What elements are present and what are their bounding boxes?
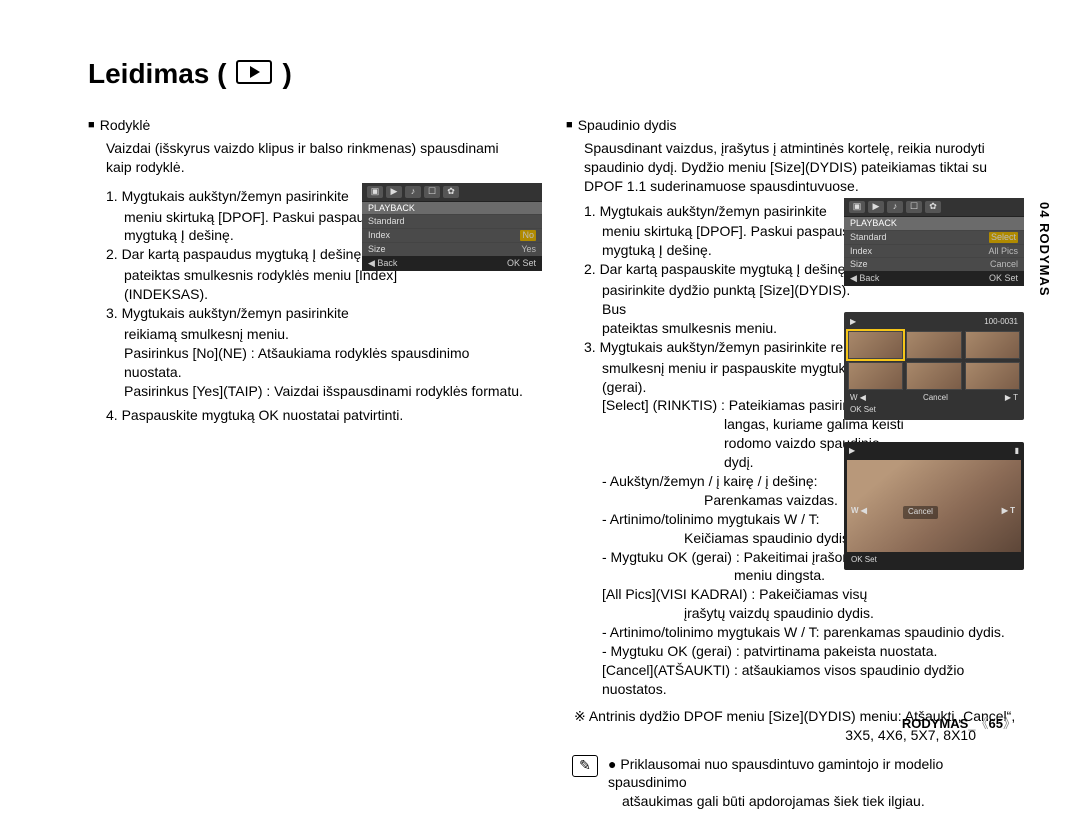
- thumbnail-grid-screenshot: ▶ 100-0031 W ◀ Cancel ▶ T OK Set: [844, 312, 1024, 420]
- r-step2c: pateiktas smulkesnis meniu.: [602, 319, 874, 338]
- lcd1-r3a: Size: [368, 244, 386, 255]
- big-cancel: Cancel: [903, 506, 938, 519]
- big-battery-icon: ▮: [1015, 446, 1019, 457]
- lcd2-r1a: Standard: [850, 232, 887, 243]
- l-step3d: Pasirinkus [Yes](TAIP) : Vaizdai išspaus…: [124, 382, 528, 401]
- lcd2-r3a: Size: [850, 259, 868, 270]
- side-tab: 04 RODYMAS: [1037, 202, 1052, 297]
- r-dash4: - Artinimo/tolinimo mygtukais W / T: par…: [602, 623, 1016, 642]
- footer-page-number: 65: [989, 716, 1003, 731]
- lcd1-r2a: Index: [368, 230, 390, 241]
- lcd-tab-icon: ✿: [443, 186, 459, 198]
- lcd1-set: OK Set: [507, 258, 536, 269]
- single-image-screenshot: ▶ ▮ W ◀ Cancel ▶ T OK Set: [844, 442, 1024, 570]
- l-step3c: Pasirinkus [No](NE) : Atšaukiama rodyklė…: [124, 344, 528, 382]
- thumb-item: [965, 331, 1020, 359]
- lcd-tab-icon: ▣: [849, 201, 865, 213]
- note-line2: atšaukimas gali būti apdorojamas šiek ti…: [622, 792, 1016, 811]
- big-t: ▶ T: [1002, 506, 1015, 517]
- page-title: Leidimas ( ): [88, 58, 1016, 90]
- thumbs-counter: 100-0031: [984, 317, 1018, 328]
- right-heading: Spaudinio dydis: [566, 116, 1016, 135]
- footer-sep: _《: [968, 716, 988, 731]
- lcd-tab-icon: ▶: [386, 186, 402, 198]
- title-close-paren: ): [282, 58, 291, 90]
- note1-text: Priklausomai nuo spausdintuvo gamintojo …: [608, 756, 943, 791]
- note-block: ✎ ● Priklausomai nuo spausdintuvo gamint…: [572, 755, 1016, 812]
- r-step1a: 1. Mygtukais aukštyn/žemyn pasirinkite: [584, 202, 874, 221]
- lcd2-topbar: ▣ ▶ ♪ ☐ ✿: [844, 198, 1024, 217]
- thumbs-w: W ◀: [850, 393, 866, 404]
- r-step2b: pasirinkite dydžio punktą [Size](DYDIS).…: [602, 281, 874, 319]
- left-intro: Vaizdai (išskyrus vaizdo klipus ir balso…: [106, 139, 528, 177]
- page-footer: RODYMAS_《65》: [902, 713, 1016, 732]
- lcd1-category: PLAYBACK: [362, 202, 542, 215]
- thumbs-t: ▶ T: [1005, 393, 1018, 404]
- play-icon: [236, 60, 272, 84]
- lcd-tab-icon: ▣: [367, 186, 383, 198]
- footer-label: RODYMAS: [902, 716, 968, 731]
- big-w: W ◀: [851, 506, 867, 517]
- lcd1-r3b: Yes: [521, 244, 536, 255]
- thumbs-cancel: Cancel: [923, 393, 948, 404]
- lcd2-r2a: Index: [850, 246, 872, 257]
- lcd2-r1b: Select: [989, 232, 1018, 243]
- lcd-tab-icon: ♪: [405, 186, 421, 198]
- lcd2-category: PLAYBACK: [844, 217, 1024, 230]
- right-column: Spaudinio dydis Spausdinant vaizdus, įra…: [566, 116, 1016, 811]
- lcd1-r1a: Standard: [368, 216, 405, 227]
- l-step2c: (INDEKSAS).: [124, 285, 528, 304]
- thumbs-ok: OK Set: [850, 405, 876, 416]
- r-step1c: mygtuką Į dešinę.: [602, 241, 874, 260]
- lcd-tab-icon: ♪: [887, 201, 903, 213]
- r-step1b: meniu skirtuką [DPOF]. Paskui paspauskit…: [602, 222, 874, 241]
- thumb-item: [965, 362, 1020, 390]
- thumb-item: [848, 331, 903, 359]
- lcd1-back: ◀ Back: [368, 258, 397, 269]
- lcd-screenshot-right: ▣ ▶ ♪ ☐ ✿ PLAYBACK Standard Select Index A…: [844, 198, 1024, 286]
- lcd-screenshot-left: ▣ ▶ ♪ ☐ ✿ PLAYBACK Standard Index No Size…: [362, 183, 542, 271]
- r-allpics: [All Pics](VISI KADRAI) : Pakeičiamas vi…: [602, 585, 904, 604]
- r-step2a: 2. Dar kartą paspauskite mygtuką Į dešin…: [584, 260, 874, 279]
- left-heading: Rodyklė: [88, 116, 528, 135]
- r-allpics2: įrašytų vaizdų spaudinio dydis.: [684, 604, 904, 623]
- lcd-tab-icon: ✿: [925, 201, 941, 213]
- thumb-item: [848, 362, 903, 390]
- lcd2-r2b: All Pics: [988, 246, 1018, 257]
- footer-sep2: 》: [1003, 716, 1016, 731]
- lcd-tab-icon: ▶: [868, 201, 884, 213]
- right-intro: Spausdinant vaizdus, įrašytus į atmintin…: [584, 139, 1016, 196]
- left-column: Rodyklė Vaizdai (išskyrus vaizdo klipus …: [88, 116, 528, 811]
- lcd2-set: OK Set: [989, 273, 1018, 284]
- lcd-tab-icon: ☐: [424, 186, 440, 198]
- big-ok: OK Set: [851, 555, 877, 566]
- lcd1-topbar: ▣ ▶ ♪ ☐ ✿: [362, 183, 542, 202]
- thumbs-play-icon: ▶: [850, 317, 856, 328]
- l-step3a: 3. Mygtukais aukštyn/žemyn pasirinkite: [106, 304, 528, 323]
- thumb-item: [906, 331, 961, 359]
- r-cancel: [Cancel](ATŠAUKTI) : atšaukiamos visos s…: [602, 661, 1016, 699]
- big-photo: W ◀ Cancel ▶ T: [847, 460, 1021, 552]
- big-play-icon: ▶: [849, 446, 855, 457]
- lcd2-r3b: Cancel: [990, 259, 1018, 270]
- note-icon: ✎: [572, 755, 598, 777]
- lcd1-r2b: No: [520, 230, 536, 241]
- l-step4: 4. Paspauskite mygtuką OK nuostatai patv…: [106, 406, 528, 425]
- r-dash5: - Mygtuku OK (gerai) : patvirtinama pake…: [602, 642, 1016, 661]
- lcd2-back: ◀ Back: [850, 273, 879, 284]
- note-line1: ● Priklausomai nuo spausdintuvo gamintoj…: [608, 755, 1016, 793]
- title-text: Leidimas (: [88, 58, 226, 90]
- l-step3b: reikiamą smulkesnį meniu.: [124, 325, 528, 344]
- thumb-item: [906, 362, 961, 390]
- lcd-tab-icon: ☐: [906, 201, 922, 213]
